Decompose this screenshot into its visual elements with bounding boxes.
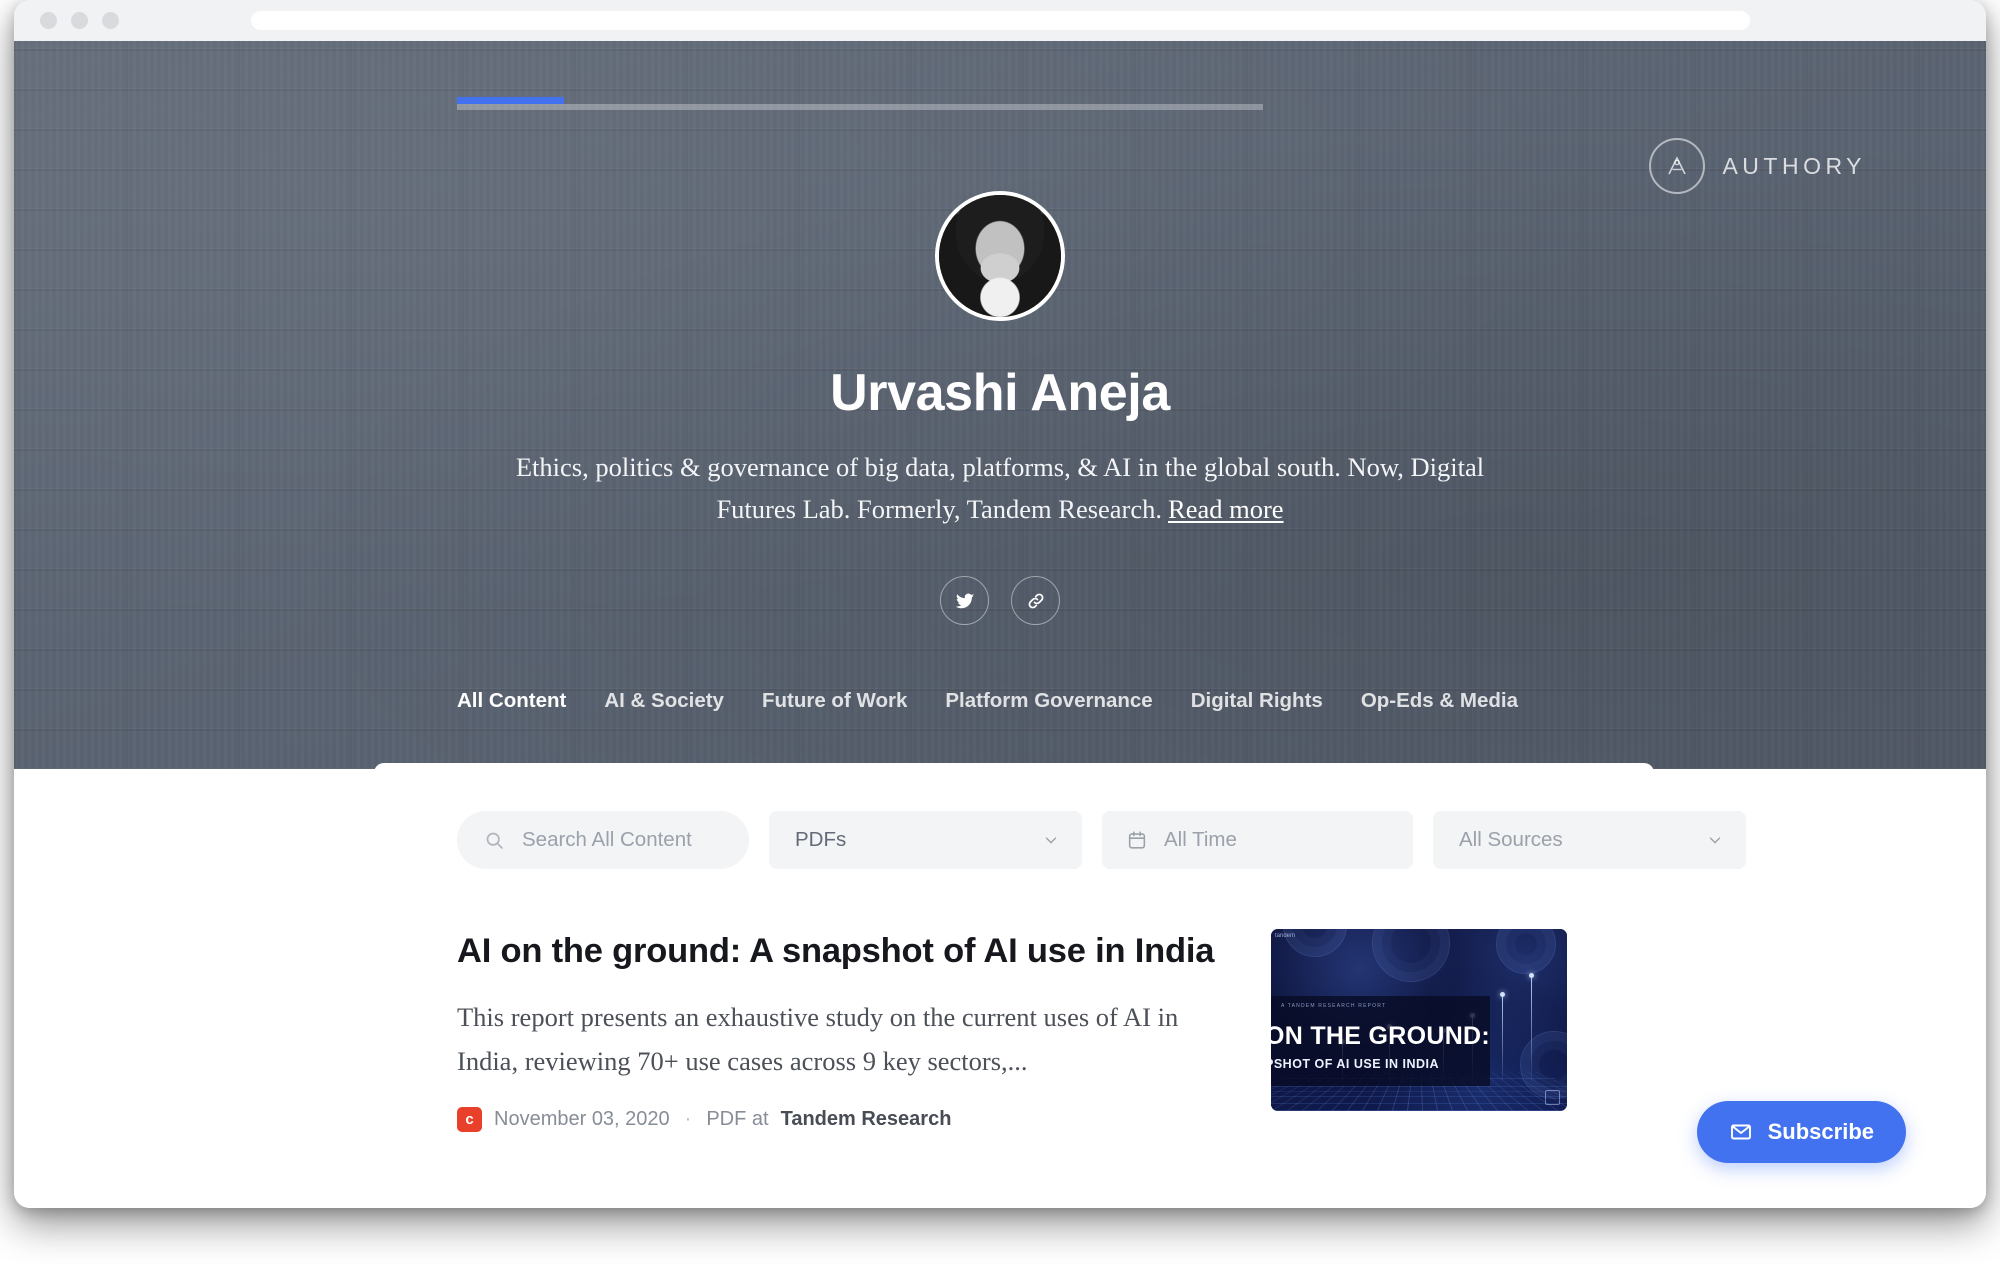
address-bar[interactable] <box>251 11 1750 30</box>
tab-digital-rights[interactable]: Digital Rights <box>1191 686 1361 744</box>
type-filter-value: PDFs <box>795 828 847 851</box>
authory-wordmark: AUTHORY <box>1722 152 1866 179</box>
active-tab-indicator <box>457 97 564 104</box>
thumbnail-title: ON THE GROUND: <box>1271 1022 1491 1051</box>
article-date: November 03, 2020 <box>494 1108 670 1130</box>
article-title[interactable]: AI on the ground: A snapshot of AI use i… <box>457 929 1217 973</box>
search-placeholder-text: Search All Content <box>522 828 692 851</box>
twitter-button[interactable] <box>940 576 989 625</box>
subscribe-button[interactable]: Subscribe <box>1696 1101 1906 1163</box>
browser-chrome-bar <box>14 0 1986 41</box>
source-badge-icon: c <box>457 1107 482 1132</box>
profile-bio-text: Ethics, politics & governance of big dat… <box>515 452 1485 524</box>
search-icon <box>486 832 503 849</box>
tab-all-content[interactable]: All Content <box>457 686 604 744</box>
category-tabs: All Content AI & Society Future of Work … <box>14 686 1986 769</box>
decorative-beam <box>1499 991 1505 1082</box>
source-filter-select[interactable]: All Sources <box>1433 811 1746 869</box>
avatar-photo <box>939 195 1061 317</box>
thumbnail-kicker: A TANDEM RESEARCH REPORT <box>1281 1003 1387 1010</box>
tab-future-of-work[interactable]: Future of Work <box>762 686 945 744</box>
minimize-window-button[interactable] <box>71 12 88 29</box>
tab-platform-governance[interactable]: Platform Governance <box>945 686 1190 744</box>
meta-separator: · <box>684 1108 692 1130</box>
avatar <box>935 191 1065 321</box>
envelope-icon <box>1730 1124 1751 1140</box>
tab-bar-track <box>457 104 1263 110</box>
authory-brand[interactable]: AUTHORY <box>1649 138 1866 194</box>
article-format: PDF at <box>706 1108 769 1130</box>
calendar-icon <box>1128 831 1146 849</box>
type-filter-select[interactable]: PDFs <box>769 811 1082 869</box>
article-thumbnail[interactable]: A TANDEM RESEARCH REPORT ON THE GROUND: … <box>1271 929 1567 1111</box>
search-input[interactable]: Search All Content <box>457 811 749 869</box>
close-window-button[interactable] <box>40 12 57 29</box>
article-text-block: AI on the ground: A snapshot of AI use i… <box>457 929 1217 1132</box>
window-controls <box>40 12 119 29</box>
page-root: AUTHORY Urvashi Aneja Ethics, politics &… <box>0 0 2000 1264</box>
website-link-button[interactable] <box>1011 576 1060 625</box>
thumbnail-watermark-icon <box>1545 1090 1560 1105</box>
social-links <box>14 576 1986 625</box>
page-title: Urvashi Aneja <box>830 364 1170 422</box>
read-more-link[interactable]: Read more <box>1168 494 1284 524</box>
tab-ai-society[interactable]: AI & Society <box>604 686 762 744</box>
profile-bio: Ethics, politics & governance of big dat… <box>505 446 1495 530</box>
date-filter-value: All Time <box>1164 828 1237 851</box>
article-meta: c November 03, 2020 · PDF at Tandem Rese… <box>457 1107 1217 1132</box>
thumbnail-text-panel: A TANDEM RESEARCH REPORT ON THE GROUND: … <box>1271 996 1491 1086</box>
twitter-icon <box>955 593 974 608</box>
link-icon <box>1028 593 1043 608</box>
maximize-window-button[interactable] <box>102 12 119 29</box>
filter-bar: Search All Content PDFs All Time All Sou… <box>457 811 1746 869</box>
tab-op-eds-media[interactable]: Op-Eds & Media <box>1361 686 1556 744</box>
browser-window: AUTHORY Urvashi Aneja Ethics, politics &… <box>14 0 1986 1208</box>
authory-logo-icon <box>1649 138 1706 194</box>
chevron-down-icon <box>1045 837 1057 844</box>
chevron-down-icon <box>1709 837 1721 844</box>
thumbnail-corner-label: tandem <box>1275 933 1296 939</box>
page-viewport: AUTHORY Urvashi Aneja Ethics, politics &… <box>14 41 1986 1208</box>
article-excerpt: This report presents an exhaustive study… <box>457 1002 1179 1076</box>
article-list-item[interactable]: AI on the ground: A snapshot of AI use i… <box>457 929 1567 1132</box>
source-filter-value: All Sources <box>1459 828 1563 851</box>
thumbnail-subtitle: PSHOT OF AI USE IN INDIA <box>1271 1057 1440 1072</box>
subscribe-label: Subscribe <box>1767 1119 1874 1144</box>
article-source[interactable]: Tandem Research <box>781 1108 952 1131</box>
decorative-beam <box>1529 973 1535 1082</box>
date-filter-select[interactable]: All Time <box>1102 811 1413 869</box>
